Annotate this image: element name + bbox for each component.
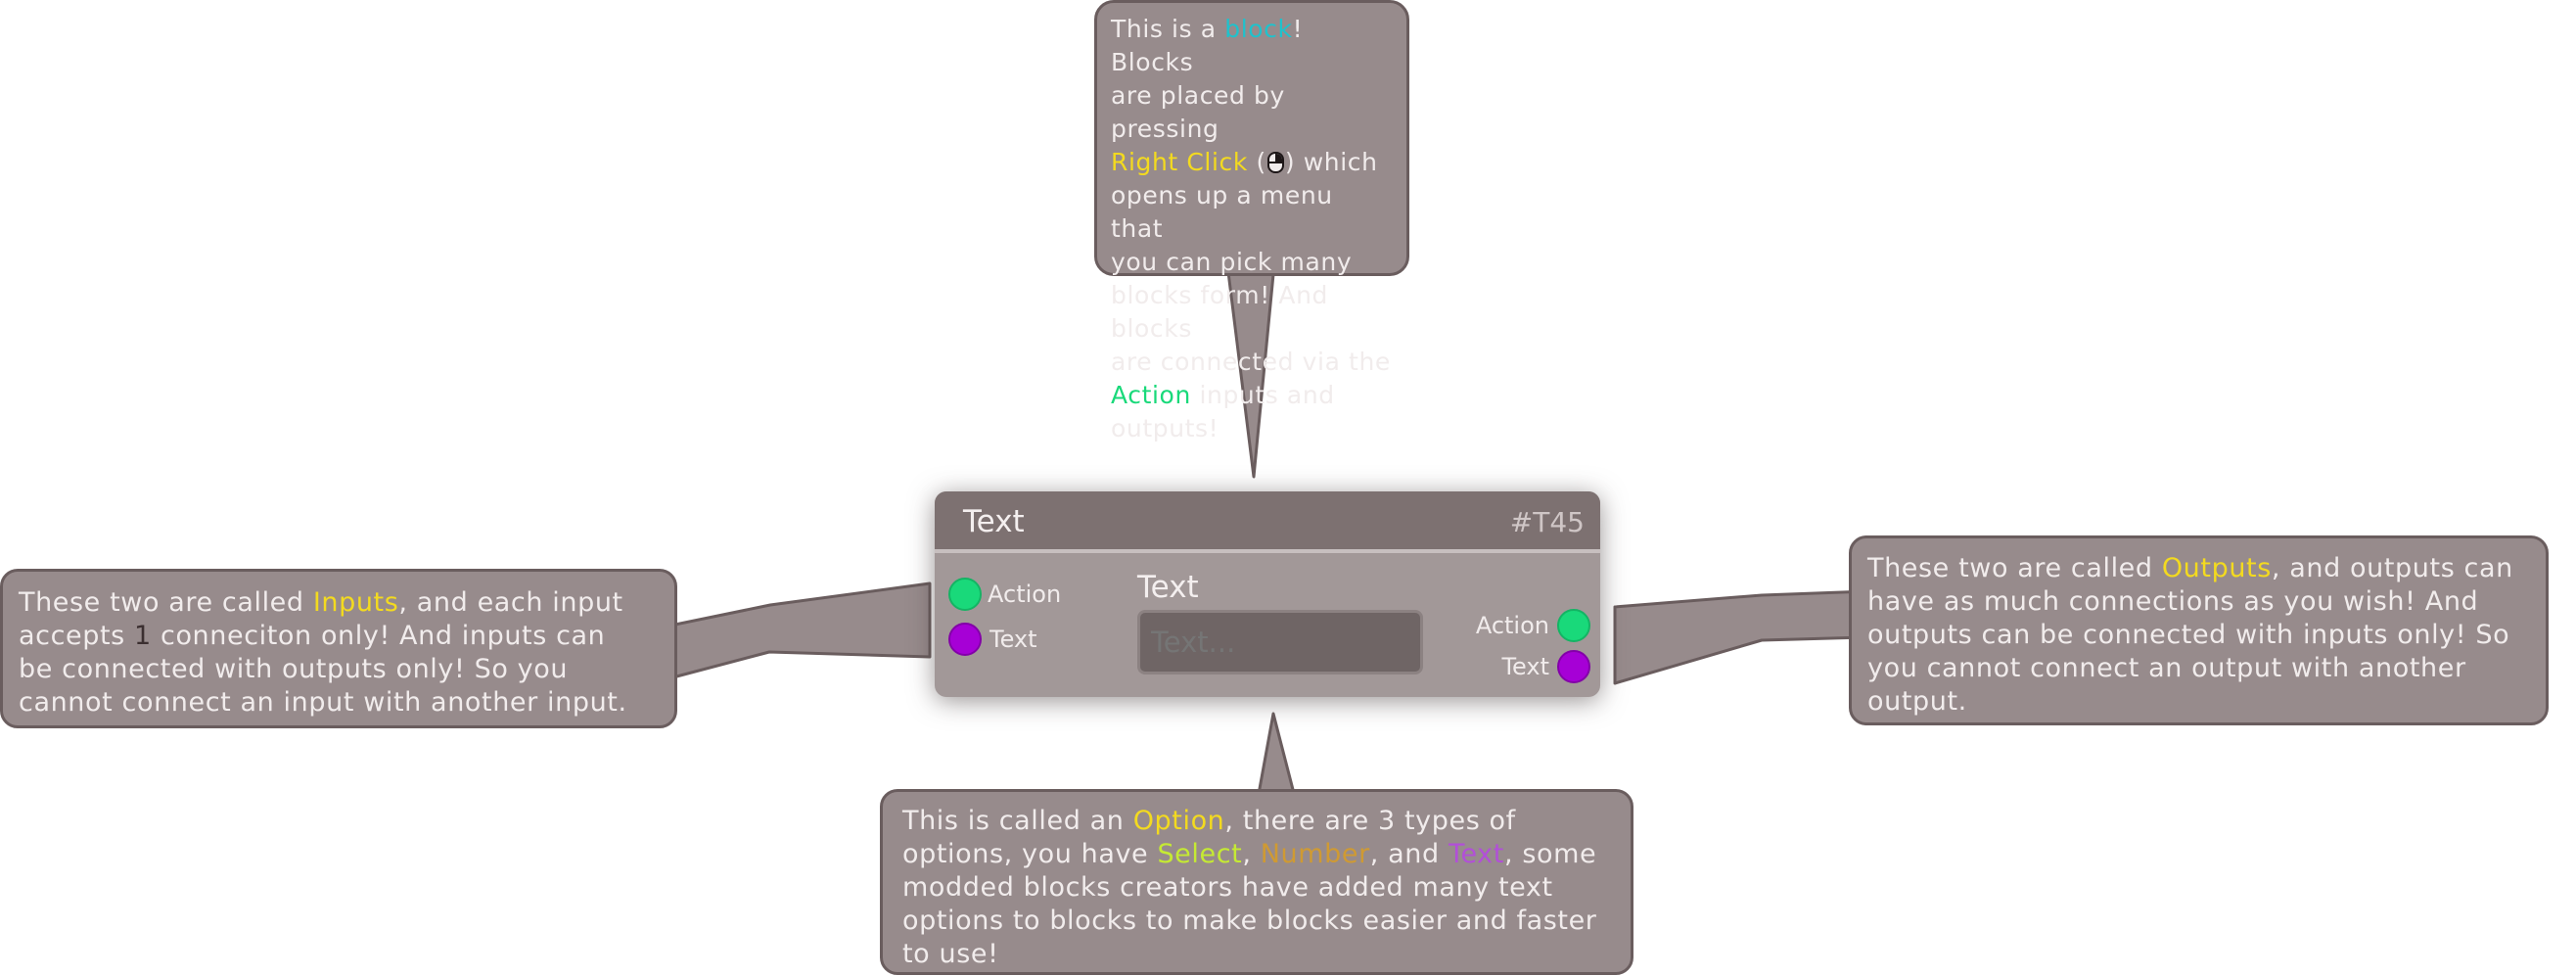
callout-text: inputs and [1190,381,1335,409]
callout-text: conneciton only! And inputs can [151,621,606,651]
input-port-text[interactable]: Text [948,623,1037,656]
callout-text: This is called an [902,806,1133,836]
callout-text: , and each input [398,587,623,618]
callout-text: These two are called [19,587,313,618]
callout-text: , and [1369,839,1449,869]
callout-text: cannot connect an input with another inp… [19,687,627,718]
highlight-select: Select [1157,839,1243,869]
callout-text: are connected via the [1111,348,1391,376]
output-port-text[interactable]: Text [1501,650,1590,683]
callout-text: outputs! [1111,414,1219,442]
output-port-action[interactable]: Action [1476,609,1590,642]
callout-block: This is a block! Blocks are placed by pr… [1094,0,1409,442]
text-block[interactable]: Text #T45 Action Text Text Action Text [935,491,1600,697]
callout-text: be connected with outputs only! So you [19,654,569,684]
callout-text: modded blocks creators have added many t… [902,872,1553,903]
text-input-dot[interactable] [948,623,982,656]
input-port-action[interactable]: Action [948,578,1061,611]
mouse-right-click-icon [1266,152,1284,173]
callout-option: This is called an Option, there are 3 ty… [880,789,1633,975]
callout-text: you cannot connect an output with anothe… [1867,653,2466,683]
highlight-action: Action [1111,381,1191,409]
right-callout-tail [1613,589,1869,685]
block-id: #T45 [1509,506,1585,538]
highlight-block: block [1224,15,1293,43]
callout-text: , there are 3 types of [1224,806,1516,836]
highlight-number: Number [1260,839,1370,869]
callout-text: options, you have [902,839,1158,869]
highlight-inputs: Inputs [312,587,399,618]
callout-outputs: These two are called Outputs, and output… [1849,535,2549,725]
output-label-text: Text [1501,653,1549,680]
callout-text: output. [1867,686,1967,717]
block-title: Text [963,504,1025,539]
output-label-action: Action [1475,612,1549,639]
highlight-outputs: Outputs [2161,553,2272,583]
action-input-dot[interactable] [948,578,982,611]
callout-text: This is a [1111,15,1225,43]
callout-text: These two are called [1867,553,2162,583]
callout-text: outputs can be connected with inputs onl… [1867,620,2510,650]
callout-text: options to blocks to make blocks easier … [902,906,1597,936]
callout-text: , some [1503,839,1597,869]
highlight-right-click: Right Click [1111,148,1248,176]
highlight-text: Text [1448,839,1504,869]
option-text-input[interactable] [1137,610,1423,674]
input-label-text: Text [989,626,1037,653]
callout-text: accepts [19,621,135,651]
callout-text: to use! [902,939,999,969]
callout-text: ) which [1284,148,1378,176]
callout-text: opens up a menu that [1111,181,1333,243]
text-output-dot[interactable] [1557,650,1590,683]
callout-text: , [1242,839,1261,869]
callout-inputs: These two are called Inputs, and each in… [0,569,677,728]
callout-text: you can pick many [1111,248,1353,276]
action-output-dot[interactable] [1557,609,1590,642]
highlight-count: 1 [134,621,152,651]
callout-text: blocks form! And blocks [1111,281,1328,343]
callout-text: are placed by pressing [1111,81,1285,143]
highlight-option: Option [1132,806,1225,836]
block-header[interactable]: Text #T45 [935,491,1600,553]
callout-text: have as much connections as you wish! An… [1867,586,2479,617]
left-callout-tail [664,581,932,681]
callout-text: , and outputs can [2271,553,2513,583]
input-label-action: Action [988,581,1062,608]
callout-text: ( [1247,148,1266,176]
option-label: Text [1137,570,1199,605]
